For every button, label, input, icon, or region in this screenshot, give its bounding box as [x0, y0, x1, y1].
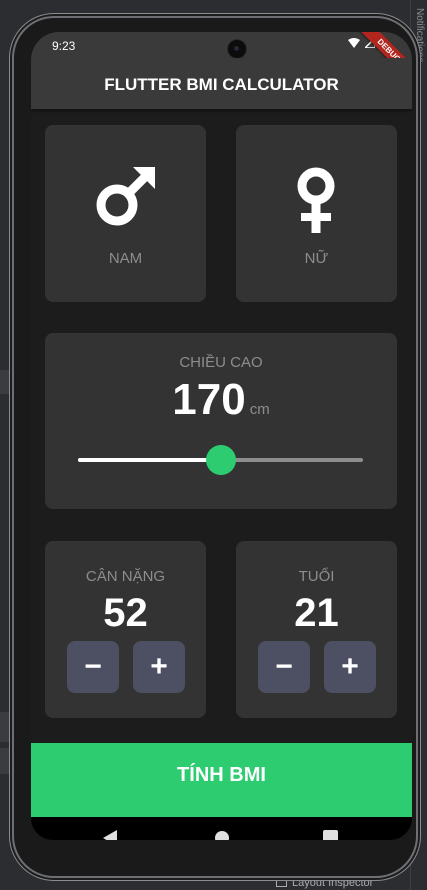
age-decrement-button[interactable]: −: [258, 641, 310, 693]
weight-label: CÂN NẶNG: [85, 568, 166, 585]
height-slider[interactable]: [78, 445, 363, 475]
calculate-bmi-button[interactable]: TÍNH BMI: [31, 743, 412, 817]
front-camera: [227, 39, 247, 59]
female-icon: [297, 167, 335, 233]
height-value: 170: [172, 375, 246, 424]
height-slider-thumb[interactable]: [205, 445, 236, 475]
status-bar: 9:23: [31, 32, 412, 58]
device-frame: 9:23 DEBUG FLUTTER BMI CALCULATOR NAM NỮ…: [14, 18, 416, 876]
weight-decrement-button[interactable]: −: [67, 641, 119, 693]
age-label: TUỔI: [298, 568, 335, 585]
height-card: CHIỀU CAO 170 cm: [45, 333, 397, 509]
age-increment-button[interactable]: +: [324, 641, 376, 693]
height-label: CHIỀU CAO: [179, 354, 263, 371]
layout-inspector-label: Layout Inspector: [292, 877, 374, 889]
recents-icon[interactable]: [323, 830, 338, 840]
status-time: 9:23: [52, 39, 76, 53]
app-screen: 9:23 DEBUG FLUTTER BMI CALCULATOR NAM NỮ…: [31, 32, 412, 840]
gender-card-female[interactable]: NỮ: [236, 125, 397, 302]
male-icon: [96, 167, 155, 226]
height-value-row: 170 cm: [45, 375, 397, 425]
layout-inspector-icon: [276, 876, 287, 887]
back-icon[interactable]: [103, 830, 117, 840]
gender-label-female: NỮ: [304, 250, 329, 267]
layout-inspector-tab[interactable]: Layout Inspector: [276, 876, 373, 889]
wifi-icon: [347, 38, 360, 48]
weight-increment-button[interactable]: +: [133, 641, 185, 693]
age-value: 21: [294, 591, 339, 635]
app-bar-title: FLUTTER BMI CALCULATOR: [31, 58, 412, 109]
ide-left-edge: [0, 0, 14, 890]
gender-card-male[interactable]: NAM: [45, 125, 206, 302]
weight-card: CÂN NẶNG 52 − +: [45, 541, 206, 718]
age-card: TUỔI 21 − +: [236, 541, 397, 718]
height-slider-fill: [78, 458, 221, 462]
home-icon[interactable]: [214, 830, 230, 840]
gender-label-male: NAM: [108, 250, 143, 267]
system-nav-bar: [31, 817, 412, 840]
weight-value: 52: [103, 591, 148, 635]
height-unit: cm: [249, 401, 270, 418]
